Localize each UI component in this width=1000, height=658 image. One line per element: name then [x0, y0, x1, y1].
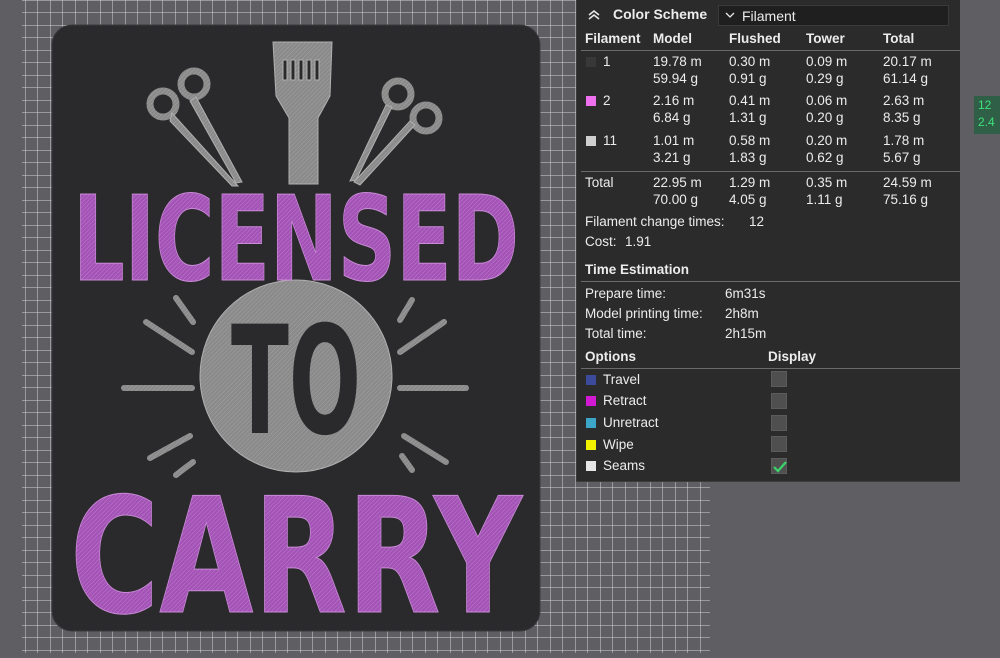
cell: 0.29 g: [806, 71, 844, 86]
collapse-icon[interactable]: [585, 6, 603, 24]
color-scheme-value: Filament: [742, 8, 796, 24]
filament-id: 11: [603, 133, 618, 148]
cell: 24.59 m: [883, 175, 932, 190]
wipe-display-checkbox[interactable]: [771, 436, 787, 452]
option-label-unretract: Unretract: [603, 415, 659, 430]
cell: 5.67 g: [883, 150, 921, 165]
col-header-total: Total: [883, 31, 915, 46]
cell: 0.09 m: [806, 54, 848, 69]
filament-id: 2: [603, 93, 611, 108]
cell: 0.35 m: [806, 175, 848, 190]
checkmark-icon: [773, 461, 787, 473]
cell: 0.20 m: [806, 133, 848, 148]
cell: 1.31 g: [729, 110, 767, 125]
time-estimation-title: Time Estimation: [585, 262, 690, 277]
model-text-carry: CARRY: [70, 463, 524, 650]
option-label-wipe: Wipe: [603, 437, 634, 452]
cell: 70.00 g: [653, 192, 699, 207]
prepare-time-label: Prepare time:: [585, 286, 667, 301]
total-label: Total: [585, 175, 614, 190]
time-divider: [581, 281, 960, 282]
cell: 1.78 m: [883, 133, 925, 148]
unretract-display-checkbox[interactable]: [771, 415, 787, 431]
cost-value: 1.91: [625, 234, 652, 249]
filament-swatch-1: [586, 57, 596, 67]
options-divider: [581, 368, 960, 369]
travel-swatch: [586, 375, 596, 385]
cell: 75.16 g: [883, 192, 929, 207]
total-time-value: 2h15m: [725, 326, 767, 341]
side-stat-line2: 2.4: [978, 115, 995, 129]
cell: 0.06 m: [806, 93, 848, 108]
col-header-filament: Filament: [585, 31, 641, 46]
col-header-model: Model: [653, 31, 692, 46]
filament-change-value: 12: [749, 214, 765, 229]
option-label-retract: Retract: [603, 393, 647, 408]
model-time-value: 2h8m: [725, 306, 759, 321]
cell: 1.01 m: [653, 133, 695, 148]
cell: 0.62 g: [806, 150, 844, 165]
cost-label: Cost:: [585, 234, 617, 249]
options-title: Options: [585, 349, 636, 364]
display-title: Display: [768, 349, 817, 364]
model-text-to: TO: [231, 295, 361, 469]
seams-display-checkbox[interactable]: [771, 458, 787, 474]
cell: 59.94 g: [653, 71, 699, 86]
filament-swatch-11: [586, 136, 596, 146]
model-text-licensed: LICENSED: [73, 170, 519, 308]
cell: 2.63 m: [883, 93, 925, 108]
gcode-legend-panel: Color Scheme Filament Filament Model Flu…: [576, 0, 960, 482]
option-label-seams: Seams: [603, 458, 646, 473]
seams-swatch: [586, 461, 596, 471]
wipe-swatch: [586, 440, 596, 450]
header-divider: [581, 50, 960, 51]
total-time-label: Total time:: [585, 326, 647, 341]
cell: 0.91 g: [729, 71, 767, 86]
cell: 22.95 m: [653, 175, 702, 190]
col-header-tower: Tower: [806, 31, 845, 46]
cell: 61.14 g: [883, 71, 929, 86]
cell: 20.17 m: [883, 54, 932, 69]
color-scheme-title: Color Scheme: [613, 6, 708, 22]
cell: 0.58 m: [729, 133, 771, 148]
cell: 8.35 g: [883, 110, 921, 125]
cell: 0.30 m: [729, 54, 771, 69]
chevron-down-icon: [724, 8, 736, 25]
color-scheme-dropdown[interactable]: Filament: [718, 5, 949, 26]
prepare-time-value: 6m31s: [725, 286, 766, 301]
cell: 6.84 g: [653, 110, 691, 125]
cell: 4.05 g: [729, 192, 767, 207]
filament-change-label: Filament change times:: [585, 214, 725, 229]
cell: 1.11 g: [806, 192, 843, 207]
retract-swatch: [586, 396, 596, 406]
retract-display-checkbox[interactable]: [771, 393, 787, 409]
cell: 1.83 g: [729, 150, 767, 165]
option-label-travel: Travel: [603, 372, 641, 387]
cell: 2.16 m: [653, 93, 695, 108]
filament-id: 1: [603, 54, 611, 69]
cell: 3.21 g: [653, 150, 691, 165]
unretract-swatch: [586, 418, 596, 428]
filament-swatch-2: [586, 96, 596, 106]
col-header-flushed: Flushed: [729, 31, 781, 46]
cell: 19.78 m: [653, 54, 702, 69]
side-stat-line1: 12: [978, 98, 992, 112]
cell: 1.29 m: [729, 175, 771, 190]
total-divider: [581, 171, 960, 172]
model-time-label: Model printing time:: [585, 306, 703, 321]
travel-display-checkbox[interactable]: [771, 371, 787, 387]
cell: 0.41 m: [729, 93, 771, 108]
cell: 0.20 g: [806, 110, 844, 125]
side-stat-badge: 12 2.4: [974, 96, 1000, 134]
